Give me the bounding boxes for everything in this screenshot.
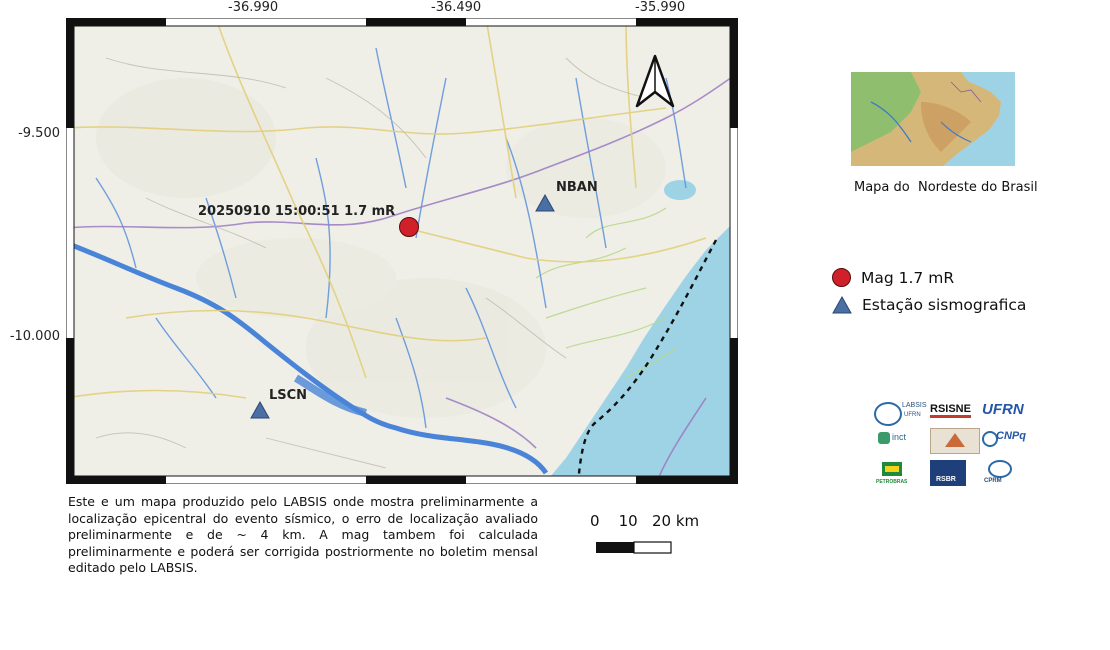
legend-item-magnitude: Mag 1.7 mR xyxy=(832,268,954,287)
cprm-logo-icon xyxy=(988,460,1012,478)
inct-logo-icon xyxy=(878,432,890,444)
inct-logo: inct xyxy=(892,432,907,442)
petrobras-logo-icon xyxy=(882,462,902,476)
ufrn-logo: UFRN xyxy=(982,401,1024,418)
cnpq-logo: CNPq xyxy=(996,430,1026,442)
station-marker-nban[interactable] xyxy=(535,194,555,212)
station-label-nban: NBAN xyxy=(556,180,598,195)
labsis-logo-subtext: UFRN xyxy=(904,412,921,418)
map-description: Este e um mapa produzido pelo LABSIS ond… xyxy=(68,494,538,575)
rsbr-logo: RSBR xyxy=(936,476,956,483)
blue-triangle-icon xyxy=(832,296,852,314)
legend-label: Estação sismografica xyxy=(862,296,1027,314)
scale-labels: 0 10 20 km xyxy=(590,512,700,530)
legend-item-station: Estação sismografica xyxy=(832,296,1026,314)
emblem-logo-icon xyxy=(930,428,980,454)
main-map[interactable]: 20250910 15:00:51 1.7 mR NBAN LSCN xyxy=(65,17,739,485)
y-tick-label: -10.000 xyxy=(9,329,60,344)
labsis-logo-icon xyxy=(874,402,902,426)
rsisne-logo: RSISNE xyxy=(930,403,971,418)
epicenter-marker[interactable] xyxy=(399,217,419,237)
inset-map[interactable] xyxy=(851,72,1015,166)
lagoon xyxy=(664,180,696,200)
map-canvas xyxy=(65,17,739,485)
inset-map-image xyxy=(851,72,1015,166)
event-label: 20250910 15:00:51 1.7 mR xyxy=(198,204,396,219)
partner-logos: LABSIS UFRN RSISNE UFRN inct CNPq PETROB… xyxy=(874,400,1030,490)
inset-caption: Mapa do Nordeste do Brasil xyxy=(854,180,1038,195)
station-label-lscn: LSCN xyxy=(269,388,308,403)
labsis-logo-text: LABSIS xyxy=(902,402,927,409)
y-tick-label: -9.500 xyxy=(18,126,60,141)
petrobras-logo: PETROBRAS xyxy=(876,479,908,485)
legend-label: Mag 1.7 mR xyxy=(861,268,955,287)
x-tick-label: -35.990 xyxy=(635,0,686,15)
red-circle-icon xyxy=(832,268,851,287)
cprm-logo: CPRM xyxy=(984,478,1002,484)
x-tick-label: -36.990 xyxy=(228,0,279,15)
scale-bar xyxy=(596,541,672,554)
x-tick-label: -36.490 xyxy=(431,0,482,15)
station-marker-lscn[interactable] xyxy=(250,401,270,419)
